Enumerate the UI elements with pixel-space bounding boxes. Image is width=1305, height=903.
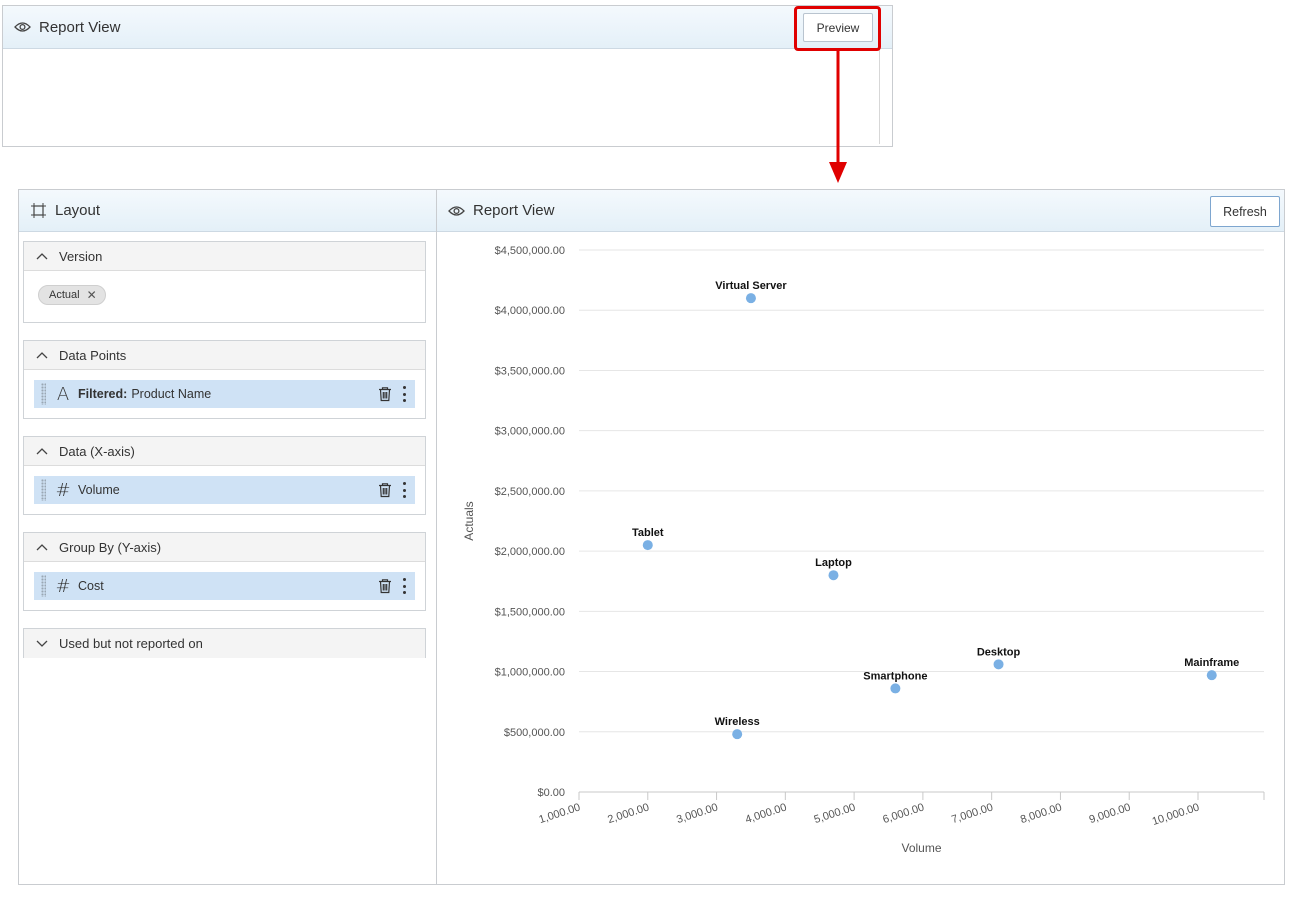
- data-points-field-label: Product Name: [131, 387, 212, 401]
- x-axis-title: Volume: [901, 841, 941, 855]
- close-icon[interactable]: ✕: [87, 288, 97, 302]
- refresh-button[interactable]: Refresh: [1210, 196, 1280, 227]
- chevron-up-icon[interactable]: [35, 444, 49, 458]
- x-tick-label: 8,000.00: [1019, 801, 1063, 826]
- y-tick-label: $500,000.00: [504, 727, 565, 739]
- data-point-label: Tablet: [632, 527, 664, 539]
- drag-handle-icon[interactable]: [41, 479, 46, 501]
- data-points-section-title: Data Points: [59, 347, 127, 363]
- chevron-up-icon[interactable]: [35, 249, 49, 263]
- data-point: [732, 729, 743, 740]
- cost-field-actions: [377, 572, 407, 600]
- x-tick-label: 2,000.00: [606, 801, 650, 826]
- scatter-chart: $4,500,000.00 $4,000,000.00 $3,500,000.00 $…: [462, 245, 1265, 855]
- filtered-prefix: Filtered:: [78, 387, 128, 401]
- data-point-label: Virtual Server: [715, 280, 787, 292]
- volume-field[interactable]: # Volume: [34, 476, 415, 504]
- data-points-field-actions: [377, 380, 407, 408]
- number-type-icon: #: [55, 479, 71, 501]
- volume-field-actions: [377, 476, 407, 504]
- data-points-section: Data Points A Filtered: Product Name: [23, 340, 426, 419]
- chevron-up-icon[interactable]: [35, 540, 49, 554]
- y-tick-label: $3,000,000.00: [495, 426, 565, 438]
- y-tick-label: $3,500,000.00: [495, 365, 565, 377]
- y-tick-label: $0.00: [537, 787, 565, 799]
- layout-icon: [29, 202, 47, 220]
- x-tick-label: 9,000.00: [1088, 801, 1132, 826]
- data-point-label: Desktop: [977, 646, 1021, 658]
- data-x-axis-section-header[interactable]: Data (X-axis): [24, 437, 425, 466]
- trash-icon[interactable]: [377, 386, 393, 402]
- drag-handle-icon[interactable]: [41, 383, 46, 405]
- layout-header: Layout: [19, 190, 437, 232]
- chevron-up-icon[interactable]: [35, 348, 49, 362]
- x-tick-label: 3,000.00: [675, 801, 719, 826]
- y-tick-label: $4,500,000.00: [495, 245, 565, 257]
- x-tick-label: 4,000.00: [744, 801, 788, 826]
- group-by-section: Group By (Y-axis) # Cost: [23, 532, 426, 611]
- y-tick-label: $2,500,000.00: [495, 486, 565, 498]
- y-tick-label: $2,000,000.00: [495, 546, 565, 558]
- data-point: [890, 683, 901, 694]
- data-points-field[interactable]: A Filtered: Product Name: [34, 380, 415, 408]
- version-section-title: Version: [59, 248, 103, 264]
- trash-icon[interactable]: [377, 482, 393, 498]
- data-point: [828, 570, 839, 581]
- top-report-view-title: Report View: [39, 18, 121, 36]
- preview-button[interactable]: Preview: [803, 13, 873, 42]
- more-options-icon[interactable]: [401, 482, 407, 498]
- x-tick-label: 7,000.00: [950, 801, 994, 826]
- y-tick-label: $1,500,000.00: [495, 606, 565, 618]
- data-point: [745, 293, 756, 304]
- trash-icon[interactable]: [377, 578, 393, 594]
- unused-section-title: Used but not reported on: [59, 636, 203, 651]
- eye-icon: [13, 18, 31, 36]
- group-by-section-title: Group By (Y-axis): [59, 539, 162, 555]
- data-point: [993, 659, 1004, 670]
- top-panel-scrollbar[interactable]: [879, 49, 880, 144]
- drag-handle-icon[interactable]: [41, 575, 46, 597]
- x-tick-label: 1,000.00: [537, 801, 581, 826]
- data-x-axis-section: Data (X-axis) # Volume: [23, 436, 426, 515]
- version-section-header[interactable]: Version: [24, 242, 425, 271]
- number-type-icon: #: [55, 575, 71, 597]
- y-axis-title: Actuals: [462, 501, 476, 540]
- data-point-label: Smartphone: [863, 670, 927, 682]
- data-points-section-header[interactable]: Data Points: [24, 341, 425, 370]
- text-type-icon: A: [56, 383, 70, 405]
- red-arrow-connector: [829, 50, 847, 183]
- volume-field-label: Volume: [78, 483, 120, 497]
- cost-field[interactable]: # Cost: [34, 572, 415, 600]
- data-point: [642, 540, 653, 551]
- group-by-section-header[interactable]: Group By (Y-axis): [24, 533, 425, 562]
- version-chip: Actual ✕: [38, 285, 106, 305]
- data-point-label: Wireless: [715, 716, 760, 728]
- x-tick-label: 10,000.00: [1151, 801, 1201, 828]
- version-section: Version Actual ✕: [23, 241, 426, 323]
- more-options-icon[interactable]: [401, 386, 407, 402]
- layout-title: Layout: [55, 202, 101, 219]
- y-tick-label: $4,000,000.00: [495, 305, 565, 317]
- top-report-view-panel: Report View: [2, 5, 893, 147]
- report-view-header: Report View: [437, 190, 1284, 232]
- unused-section-header[interactable]: Used but not reported on: [24, 629, 425, 658]
- data-point: [1206, 670, 1217, 681]
- x-tick-label: 5,000.00: [813, 801, 857, 826]
- unused-section: Used but not reported on: [23, 628, 426, 658]
- report-view-title: Report View: [473, 202, 555, 219]
- version-chip-label: Actual: [49, 289, 80, 301]
- cost-field-label: Cost: [78, 579, 104, 593]
- data-x-axis-section-title: Data (X-axis): [59, 443, 135, 459]
- y-tick-label: $1,000,000.00: [495, 667, 565, 679]
- x-tick-label: 6,000.00: [881, 801, 925, 826]
- top-report-view-header: Report View: [3, 6, 892, 49]
- data-point-label: Laptop: [815, 557, 852, 569]
- data-point-label: Mainframe: [1184, 657, 1239, 669]
- more-options-icon[interactable]: [401, 578, 407, 594]
- chevron-down-icon[interactable]: [35, 637, 49, 651]
- eye-icon: [447, 202, 465, 220]
